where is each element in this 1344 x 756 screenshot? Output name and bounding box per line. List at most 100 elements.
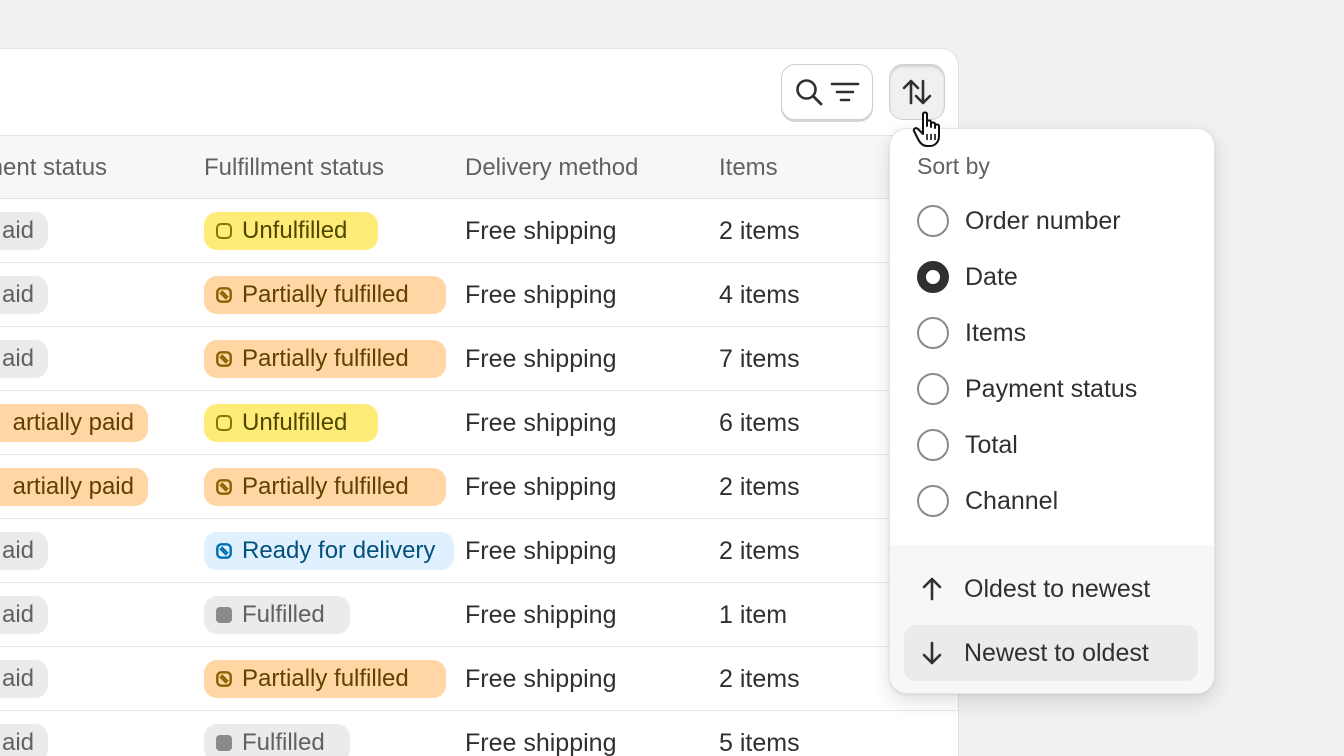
payment-status-text: aid	[1, 537, 34, 564]
sort-option-date[interactable]: Date	[917, 255, 1197, 299]
table-row[interactable]: artially paid Unfulfilled Free shipping 6 i…	[0, 391, 958, 455]
delivery-method-cell: Free shipping	[465, 728, 617, 756]
payment-status-text: artially paid	[12, 473, 134, 500]
sort-option-label: Items	[965, 318, 1027, 347]
items-cell: 2 items	[719, 472, 800, 501]
payment-status-badge: aid	[0, 724, 48, 756]
sort-option-total[interactable]: Total	[917, 423, 1197, 467]
header-fulfillment-status[interactable]: Fulfillment status	[204, 136, 384, 200]
sort-by-title: Sort by	[917, 153, 990, 179]
partial-status-icon	[216, 351, 232, 367]
fulfillment-status-text: Unfulfilled	[242, 217, 348, 244]
table-row[interactable]: aid Ready for delivery Free shipping 2 item…	[0, 519, 958, 583]
table-header: ment status Fulfillment status Delivery …	[0, 135, 958, 199]
payment-status-badge: aid	[0, 276, 48, 314]
items-cell: 4 items	[719, 280, 800, 309]
fulfilled-icon	[216, 735, 232, 751]
radio-button[interactable]	[917, 317, 949, 349]
sort-option-payment-status[interactable]: Payment status	[917, 367, 1197, 411]
partial-status-icon	[216, 543, 232, 559]
sort-option-channel[interactable]: Channel	[917, 479, 1197, 523]
items-cell: 2 items	[719, 664, 800, 693]
sort-option-items[interactable]: Items	[917, 311, 1197, 355]
search-filter-button[interactable]	[781, 64, 873, 120]
delivery-method-cell: Free shipping	[465, 280, 617, 309]
fulfillment-status-badge: Partially fulfilled	[204, 276, 446, 314]
sort-direction-ascending[interactable]: Oldest to newest	[904, 561, 1198, 617]
table-row[interactable]: aid Partially fulfilled Free shipping 2 ite…	[0, 647, 958, 711]
radio-button[interactable]	[917, 373, 949, 405]
sort-arrows-icon	[902, 79, 932, 105]
header-payment-status[interactable]: ment status	[0, 136, 107, 200]
header-delivery-method[interactable]: Delivery method	[465, 136, 638, 200]
sort-option-label: Payment status	[965, 374, 1138, 403]
items-cell: 6 items	[719, 408, 800, 437]
search-icon	[796, 79, 823, 106]
delivery-method-cell: Free shipping	[465, 408, 617, 437]
payment-status-text: aid	[1, 601, 34, 628]
payment-status-text: aid	[1, 729, 34, 756]
delivery-method-cell: Free shipping	[465, 344, 617, 373]
table-row[interactable]: aid Partially fulfilled Free shipping 7 ite…	[0, 327, 958, 391]
delivery-method-cell: Free shipping	[465, 600, 617, 629]
arrow-down-icon	[922, 641, 942, 665]
fulfillment-status-text: Partially fulfilled	[242, 665, 409, 692]
payment-status-badge: aid	[0, 340, 48, 378]
payment-status-text: artially paid	[12, 409, 134, 436]
delivery-method-cell: Free shipping	[465, 536, 617, 565]
sort-direction-descending[interactable]: Newest to oldest	[904, 625, 1198, 681]
delivery-method-cell: Free shipping	[465, 216, 617, 245]
payment-status-badge: artially paid	[0, 468, 148, 506]
payment-status-badge: aid	[0, 660, 48, 698]
orders-table-card: ment status Fulfillment status Delivery …	[0, 48, 959, 756]
payment-status-badge: aid	[0, 532, 48, 570]
partial-status-icon	[216, 479, 232, 495]
fulfillment-status-badge: Partially fulfilled	[204, 468, 446, 506]
items-cell: 2 items	[719, 216, 800, 245]
fulfillment-status-text: Partially fulfilled	[242, 473, 409, 500]
table-row[interactable]: artially paid Partially fulfilled Free shi…	[0, 455, 958, 519]
fulfillment-status-badge: Fulfilled	[204, 596, 350, 634]
arrow-up-icon	[922, 577, 942, 601]
fulfillment-status-badge: Partially fulfilled	[204, 340, 446, 378]
sort-option-label: Order number	[965, 206, 1121, 235]
fulfillment-status-text: Fulfilled	[242, 729, 325, 756]
sort-popover: Sort by Order number Date Items Payment sta…	[889, 128, 1215, 694]
payment-status-badge: artially paid	[0, 404, 148, 442]
sort-option-label: Total	[965, 430, 1018, 459]
radio-button[interactable]	[917, 429, 949, 461]
table-toolbar	[0, 49, 958, 135]
radio-button[interactable]	[917, 205, 949, 237]
payment-status-text: aid	[1, 345, 34, 372]
payment-status-text: aid	[1, 217, 34, 244]
fulfillment-status-badge: Ready for delivery	[204, 532, 454, 570]
radio-button[interactable]	[917, 485, 949, 517]
fulfillment-status-text: Ready for delivery	[242, 537, 436, 564]
sort-option-order-number[interactable]: Order number	[917, 199, 1197, 243]
unfulfilled-icon	[216, 415, 232, 431]
delivery-method-cell: Free shipping	[465, 472, 617, 501]
fulfillment-status-text: Fulfilled	[242, 601, 325, 628]
hand-pointer-cursor-icon	[912, 111, 940, 147]
fulfillment-status-badge: Partially fulfilled	[204, 660, 446, 698]
fulfillment-status-text: Partially fulfilled	[242, 281, 409, 308]
radio-button[interactable]	[917, 261, 949, 293]
fulfillment-status-badge: Unfulfilled	[204, 212, 378, 250]
payment-status-text: aid	[1, 281, 34, 308]
table-row[interactable]: aid Fulfilled Free shipping 1 item	[0, 583, 958, 647]
items-cell: 5 items	[719, 728, 800, 756]
table-row[interactable]: aid Fulfilled Free shipping 5 items	[0, 711, 958, 756]
fulfillment-status-text: Unfulfilled	[242, 409, 348, 436]
fulfillment-status-badge: Fulfilled	[204, 724, 350, 756]
payment-status-text: aid	[1, 665, 34, 692]
delivery-method-cell: Free shipping	[465, 664, 617, 693]
items-cell: 7 items	[719, 344, 800, 373]
header-items[interactable]: Items	[719, 136, 778, 200]
table-row[interactable]: aid Unfulfilled Free shipping 2 items	[0, 199, 958, 263]
fulfillment-status-badge: Unfulfilled	[204, 404, 378, 442]
items-cell: 2 items	[719, 536, 800, 565]
sort-direction-label: Oldest to newest	[964, 574, 1151, 603]
table-row[interactable]: aid Partially fulfilled Free shipping 4 ite…	[0, 263, 958, 327]
sort-direction-label: Newest to oldest	[964, 638, 1149, 667]
partial-status-icon	[216, 671, 232, 687]
